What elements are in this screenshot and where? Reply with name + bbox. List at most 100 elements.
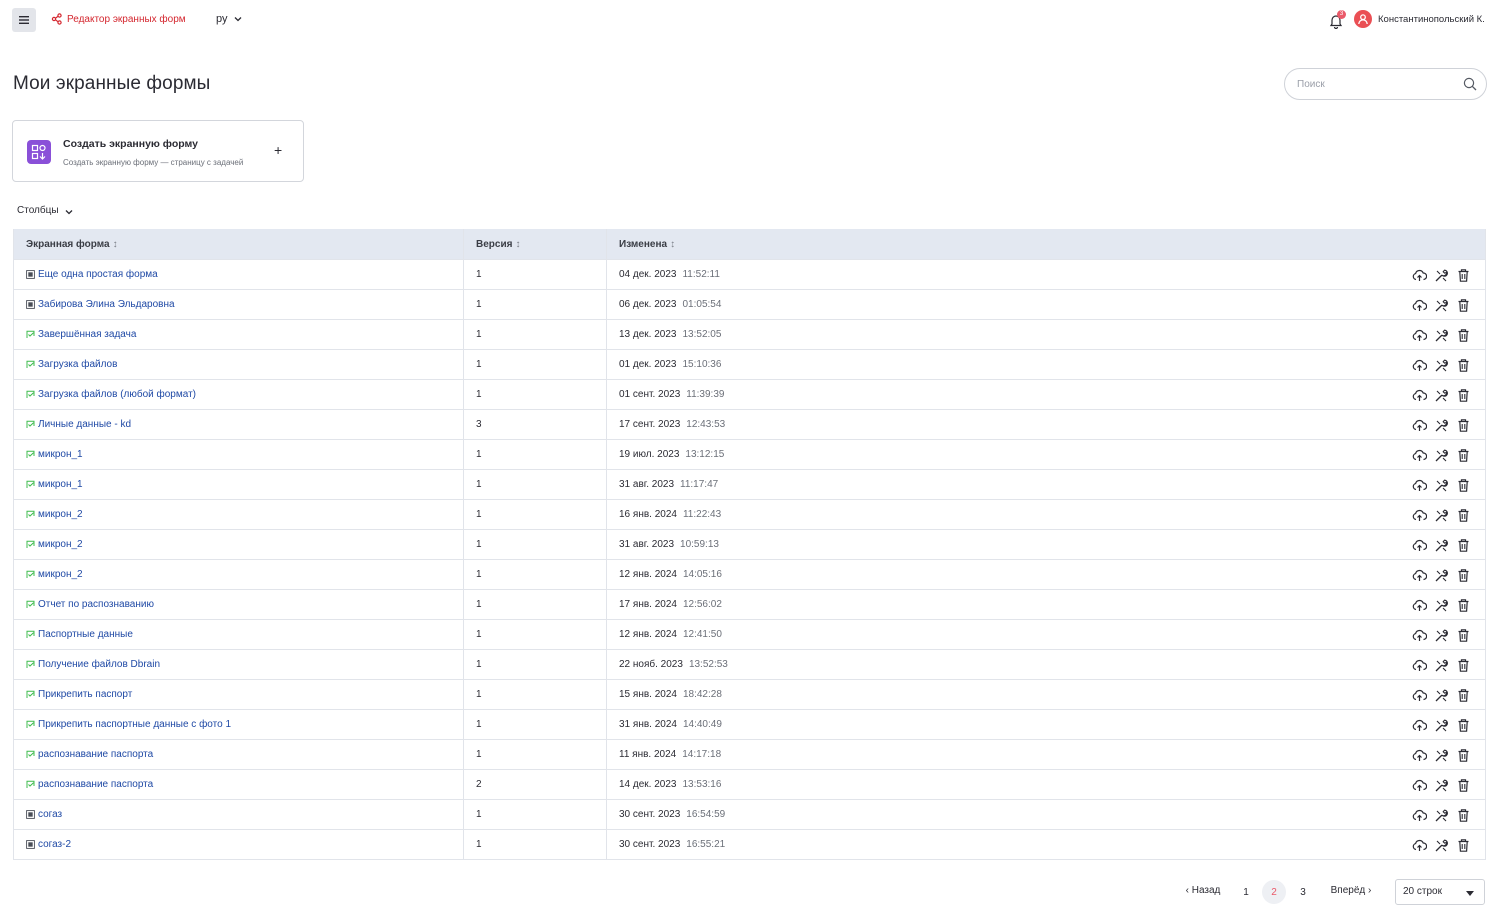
- menu-toggle-button[interactable]: [12, 8, 36, 32]
- edit-tools-icon[interactable]: [1433, 357, 1449, 373]
- delete-trash-icon[interactable]: [1455, 417, 1471, 433]
- edit-tools-icon[interactable]: [1433, 567, 1449, 583]
- publish-cloud-icon[interactable]: [1411, 747, 1427, 763]
- language-select[interactable]: ру: [216, 13, 242, 25]
- page-1-button[interactable]: 1: [1234, 880, 1258, 904]
- form-name-link[interactable]: Завершённая задача: [26, 329, 136, 340]
- prev-page-button[interactable]: ‹ Назад: [1180, 885, 1226, 896]
- form-name-link[interactable]: распознавание паспорта: [26, 779, 153, 790]
- edit-tools-icon[interactable]: [1433, 747, 1449, 763]
- delete-trash-icon[interactable]: [1455, 597, 1471, 613]
- publish-cloud-icon[interactable]: [1411, 657, 1427, 673]
- form-name-link[interactable]: Получение файлов Dbrain: [26, 659, 160, 670]
- form-name-link[interactable]: распознавание паспорта: [26, 749, 153, 760]
- edit-tools-icon[interactable]: [1433, 717, 1449, 733]
- edit-tools-icon[interactable]: [1433, 597, 1449, 613]
- page-2-button[interactable]: 2: [1262, 880, 1286, 904]
- form-name-link[interactable]: Еще одна простая форма: [26, 269, 158, 280]
- edit-tools-icon[interactable]: [1433, 777, 1449, 793]
- form-name-link[interactable]: согаз: [26, 809, 62, 820]
- edit-tools-icon[interactable]: [1433, 387, 1449, 403]
- delete-trash-icon[interactable]: [1455, 267, 1471, 283]
- publish-cloud-icon[interactable]: [1411, 387, 1427, 403]
- delete-trash-icon[interactable]: [1455, 717, 1471, 733]
- search-input[interactable]: [1297, 75, 1457, 93]
- form-name-link[interactable]: Забирова Элина Эльдаровна: [26, 299, 175, 310]
- edit-tools-icon[interactable]: [1433, 657, 1449, 673]
- user-menu[interactable]: Константинопольский К.: [1354, 10, 1485, 28]
- form-name-link[interactable]: микрон_2: [26, 569, 83, 580]
- delete-trash-icon[interactable]: [1455, 687, 1471, 703]
- publish-cloud-icon[interactable]: [1411, 687, 1427, 703]
- publish-cloud-icon[interactable]: [1411, 837, 1427, 853]
- column-header-name[interactable]: Экранная форма ↕: [14, 229, 464, 259]
- form-name-link[interactable]: микрон_1: [26, 479, 83, 490]
- delete-trash-icon[interactable]: [1455, 447, 1471, 463]
- publish-cloud-icon[interactable]: [1411, 357, 1427, 373]
- form-name-link[interactable]: согаз-2: [26, 839, 71, 850]
- publish-cloud-icon[interactable]: [1411, 807, 1427, 823]
- delete-trash-icon[interactable]: [1455, 537, 1471, 553]
- delete-trash-icon[interactable]: [1455, 777, 1471, 793]
- delete-trash-icon[interactable]: [1455, 507, 1471, 523]
- edit-tools-icon[interactable]: [1433, 297, 1449, 313]
- edit-tools-icon[interactable]: [1433, 447, 1449, 463]
- form-name-link[interactable]: микрон_1: [26, 449, 83, 460]
- form-name-link[interactable]: микрон_2: [26, 539, 83, 550]
- publish-cloud-icon[interactable]: [1411, 507, 1427, 523]
- edit-tools-icon[interactable]: [1433, 477, 1449, 493]
- publish-cloud-icon[interactable]: [1411, 297, 1427, 313]
- publish-cloud-icon[interactable]: [1411, 537, 1427, 553]
- delete-trash-icon[interactable]: [1455, 387, 1471, 403]
- app-logo-link[interactable]: Редактор экранных форм: [51, 13, 186, 25]
- changed-cell: 01 дек. 2023 15:10:36: [607, 350, 1485, 379]
- publish-cloud-icon[interactable]: [1411, 477, 1427, 493]
- delete-trash-icon[interactable]: [1455, 357, 1471, 373]
- edit-tools-icon[interactable]: [1433, 417, 1449, 433]
- search-icon[interactable]: [1463, 77, 1477, 91]
- plus-icon[interactable]: +: [274, 142, 282, 158]
- publish-cloud-icon[interactable]: [1411, 417, 1427, 433]
- edit-tools-icon[interactable]: [1433, 807, 1449, 823]
- edit-tools-icon[interactable]: [1433, 627, 1449, 643]
- next-page-button[interactable]: Вперёд ›: [1325, 885, 1377, 896]
- columns-dropdown[interactable]: Столбцы: [17, 205, 73, 216]
- edit-tools-icon[interactable]: [1433, 837, 1449, 853]
- edit-tools-icon[interactable]: [1433, 327, 1449, 343]
- delete-trash-icon[interactable]: [1455, 627, 1471, 643]
- edit-tools-icon[interactable]: [1433, 267, 1449, 283]
- delete-trash-icon[interactable]: [1455, 477, 1471, 493]
- notifications-button[interactable]: 3: [1328, 10, 1346, 29]
- edit-tools-icon[interactable]: [1433, 537, 1449, 553]
- form-name-link[interactable]: Личные данные - kd: [26, 419, 131, 430]
- form-name-link[interactable]: Прикрепить паспорт: [26, 689, 132, 700]
- publish-cloud-icon[interactable]: [1411, 267, 1427, 283]
- column-header-changed[interactable]: Изменена ↕: [607, 229, 1485, 259]
- edit-tools-icon[interactable]: [1433, 687, 1449, 703]
- delete-trash-icon[interactable]: [1455, 657, 1471, 673]
- delete-trash-icon[interactable]: [1455, 567, 1471, 583]
- publish-cloud-icon[interactable]: [1411, 327, 1427, 343]
- publish-cloud-icon[interactable]: [1411, 597, 1427, 613]
- delete-trash-icon[interactable]: [1455, 747, 1471, 763]
- column-header-version[interactable]: Версия ↕: [464, 229, 607, 259]
- page-3-button[interactable]: 3: [1291, 880, 1315, 904]
- form-name-link[interactable]: Загрузка файлов (любой формат): [26, 389, 196, 400]
- publish-cloud-icon[interactable]: [1411, 777, 1427, 793]
- edit-tools-icon[interactable]: [1433, 507, 1449, 523]
- create-form-card[interactable]: Создать экранную форму Создать экранную …: [12, 120, 304, 182]
- delete-trash-icon[interactable]: [1455, 297, 1471, 313]
- rows-per-page-select[interactable]: 20 строк: [1395, 879, 1485, 905]
- form-name-link[interactable]: Загрузка файлов: [26, 359, 117, 370]
- publish-cloud-icon[interactable]: [1411, 447, 1427, 463]
- publish-cloud-icon[interactable]: [1411, 627, 1427, 643]
- form-name-link[interactable]: микрон_2: [26, 509, 83, 520]
- publish-cloud-icon[interactable]: [1411, 567, 1427, 583]
- publish-cloud-icon[interactable]: [1411, 717, 1427, 733]
- delete-trash-icon[interactable]: [1455, 327, 1471, 343]
- delete-trash-icon[interactable]: [1455, 807, 1471, 823]
- form-name-link[interactable]: Отчет по распознаванию: [26, 599, 154, 610]
- form-name-link[interactable]: Прикрепить паспортные данные с фото 1: [26, 719, 231, 730]
- delete-trash-icon[interactable]: [1455, 837, 1471, 853]
- form-name-link[interactable]: Паспортные данные: [26, 629, 133, 640]
